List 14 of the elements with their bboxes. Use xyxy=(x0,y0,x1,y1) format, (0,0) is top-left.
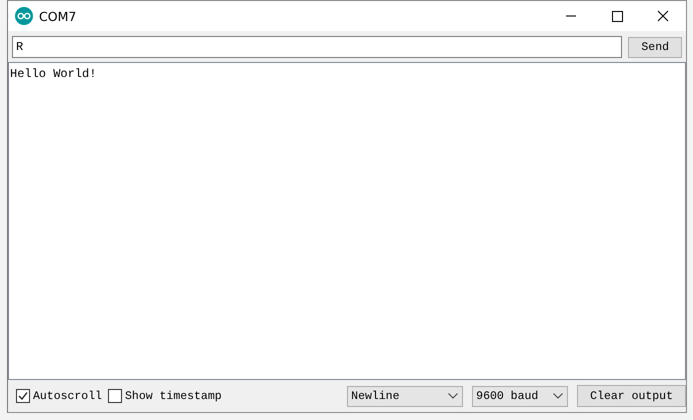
message-field[interactable]: R xyxy=(12,36,622,58)
app-logo-icon xyxy=(15,7,33,25)
checkbox-label: Show timestamp xyxy=(125,390,222,402)
clear-output-button[interactable]: Clear output xyxy=(577,385,686,407)
chevron-icon xyxy=(448,393,458,399)
dropdown[interactable]: 9600 baud xyxy=(472,386,568,406)
checkbox-label: Autoscroll xyxy=(33,390,102,402)
dropdown[interactable]: Newline xyxy=(347,386,464,406)
checkbox[interactable] xyxy=(108,389,122,403)
window-title: COM7 xyxy=(39,8,78,24)
send-button[interactable]: Send xyxy=(628,36,682,58)
output-line: Hello World! xyxy=(10,67,98,81)
checkbox[interactable] xyxy=(16,389,30,403)
chevron-icon xyxy=(553,393,564,399)
